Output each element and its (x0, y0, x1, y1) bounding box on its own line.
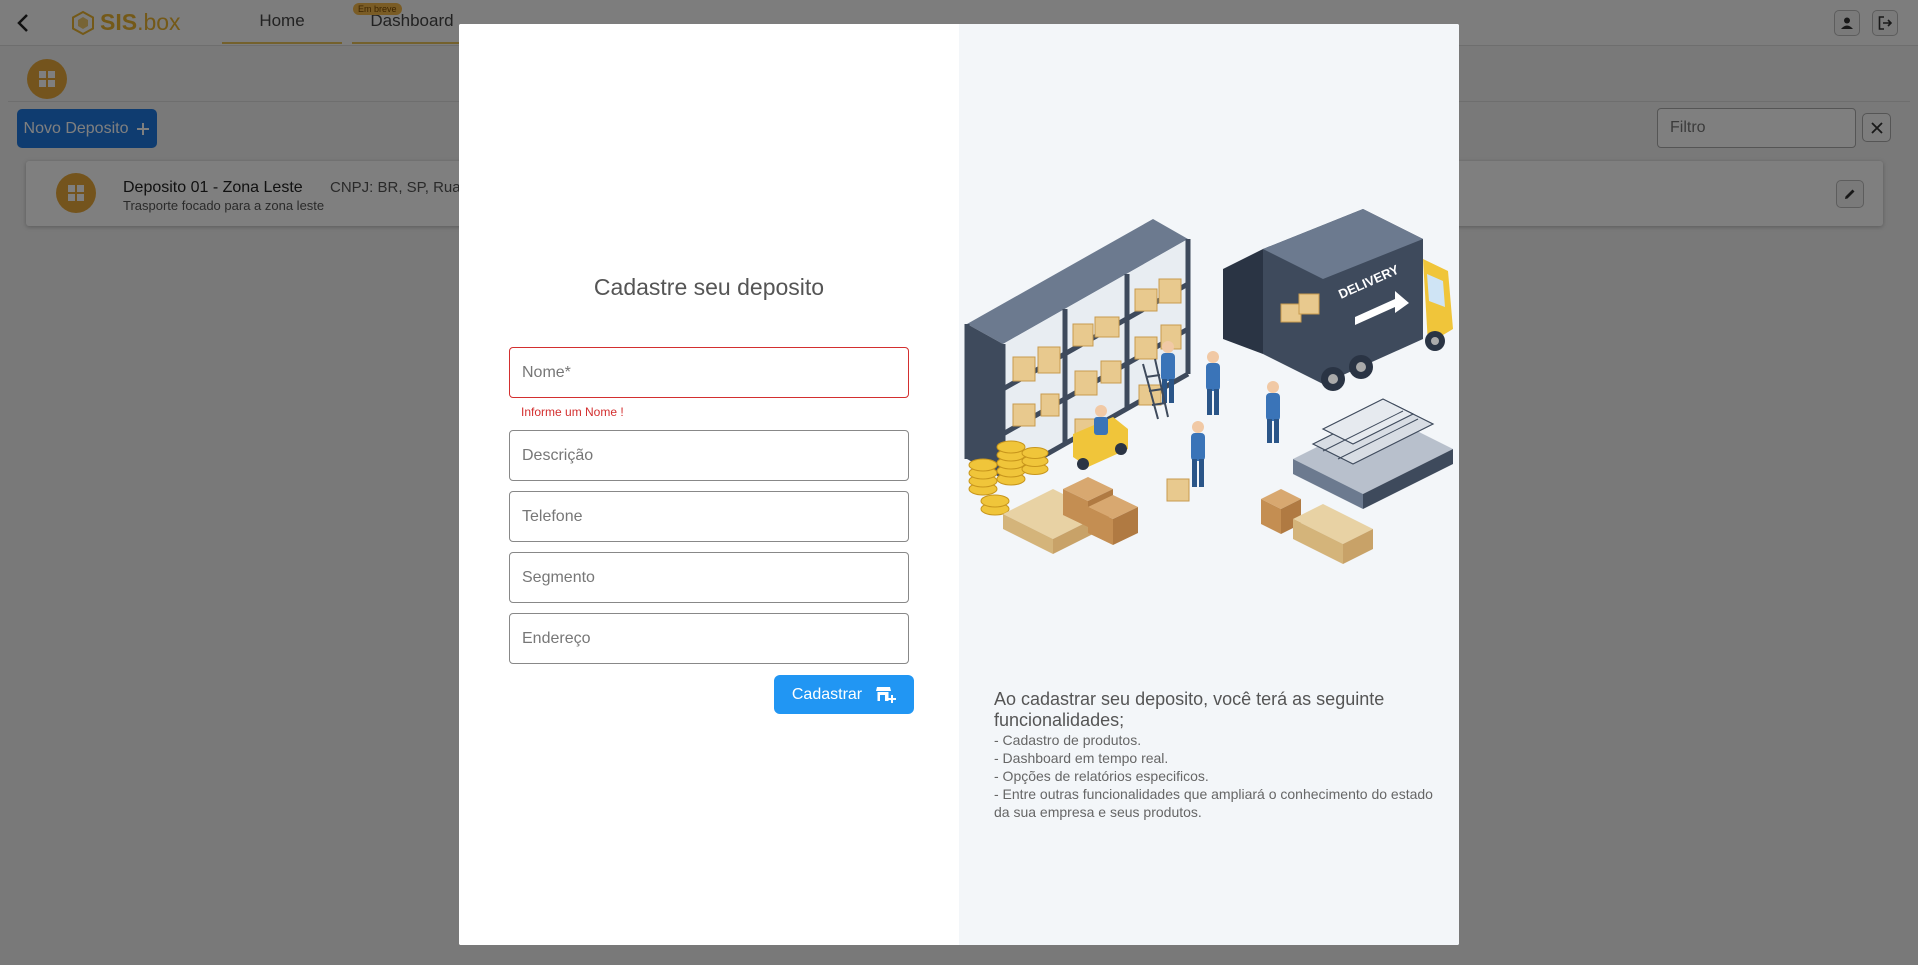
name-field[interactable] (509, 347, 909, 398)
register-deposit-modal: Cadastre seu deposito Informe um Nome ! … (459, 24, 1459, 945)
segment-field[interactable] (509, 552, 909, 603)
info-feature-list: - Cadastro de produtos. - Dashboard em t… (994, 731, 1434, 821)
modal-info-panel: DELIVERY Ao cadastrar seu deposito, você… (959, 24, 1459, 945)
modal-title: Cadastre seu deposito (593, 274, 825, 300)
delivery-truck: DELIVERY (1223, 209, 1453, 391)
workers (1142, 341, 1280, 502)
warehouse-illustration: DELIVERY (964, 209, 1453, 564)
name-error-message: Informe um Nome ! (521, 405, 624, 419)
description-field[interactable] (509, 430, 909, 481)
info-feature-item: - Cadastro de produtos. (994, 732, 1142, 748)
modal-form-panel: Cadastre seu deposito Informe um Nome ! … (459, 24, 959, 945)
info-feature-item: - Entre outras funcionalidades que ampli… (994, 786, 1433, 820)
info-feature-item: - Opções de relatórios especificos. (994, 768, 1209, 784)
phone-field[interactable] (509, 491, 909, 542)
info-feature-item: - Dashboard em tempo real. (994, 750, 1169, 766)
info-title: Ao cadastrar seu deposito, você terá as … (994, 689, 1385, 730)
add-store-icon (876, 686, 897, 703)
address-field[interactable] (509, 613, 909, 664)
steel-bundles (1293, 398, 1453, 509)
submit-button[interactable]: Cadastrar (774, 675, 914, 714)
submit-label: Cadastrar (791, 685, 863, 703)
